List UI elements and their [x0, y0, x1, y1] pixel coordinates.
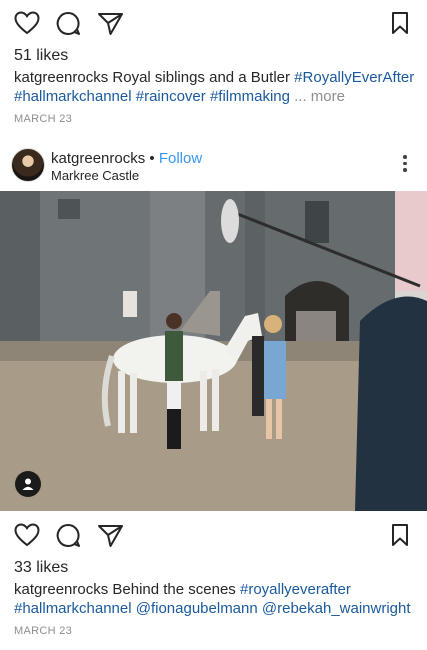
heart-icon[interactable] — [14, 523, 40, 547]
comment-icon[interactable] — [56, 523, 81, 548]
post2-username[interactable]: katgreenrocks — [51, 150, 145, 167]
post1-caption-username[interactable]: katgreenrocks — [14, 69, 108, 86]
post1-caption: katgreenrocks Royal siblings and a Butle… — [14, 68, 417, 106]
separator-dot: • — [149, 150, 155, 167]
bookmark-icon[interactable] — [391, 523, 409, 547]
post1-hashtag-royallyeverafter[interactable]: #RoyallyEverAfter — [294, 69, 414, 86]
comment-icon[interactable] — [56, 11, 81, 36]
castle-scene-image — [0, 191, 427, 511]
user-tag-icon[interactable] — [15, 471, 41, 497]
post2-caption-text: Behind the scenes — [112, 581, 236, 598]
post2-date: MARCH 23 — [14, 625, 73, 637]
post2-likes-count[interactable]: 33 likes — [14, 559, 68, 577]
post1-date: MARCH 23 — [14, 113, 73, 125]
post1-likes-count[interactable]: 51 likes — [14, 47, 68, 65]
post2-photo[interactable] — [0, 191, 427, 511]
post1-caption-text: Royal siblings and a Butler — [112, 69, 290, 86]
share-icon[interactable] — [97, 523, 124, 548]
post2-action-bar — [0, 518, 427, 558]
heart-icon[interactable] — [14, 11, 40, 35]
post1-action-bar — [0, 0, 427, 46]
post1-hashtags[interactable]: #hallmarkchannel #raincover #filmmaking — [14, 88, 290, 105]
post2-hashtag-royallyeverafter[interactable]: #royallyeverafter — [240, 581, 351, 598]
post2-header-username-line: katgreenrocks • Follow — [51, 150, 202, 167]
post1-more-link[interactable]: ... more — [294, 88, 345, 105]
share-icon[interactable] — [97, 11, 124, 36]
post2-tags-mentions[interactable]: #hallmarkchannel @fionagubelmann @rebeka… — [14, 600, 411, 617]
post2-location[interactable]: Markree Castle — [51, 168, 139, 183]
follow-button[interactable]: Follow — [159, 150, 202, 167]
more-options-icon[interactable] — [403, 155, 407, 175]
post2-caption-username[interactable]: katgreenrocks — [14, 581, 108, 598]
post2-header: katgreenrocks • Follow Markree Castle — [0, 140, 427, 190]
bookmark-icon[interactable] — [391, 11, 409, 35]
avatar[interactable] — [11, 148, 45, 182]
post2-caption: katgreenrocks Behind the scenes #royally… — [14, 580, 417, 618]
